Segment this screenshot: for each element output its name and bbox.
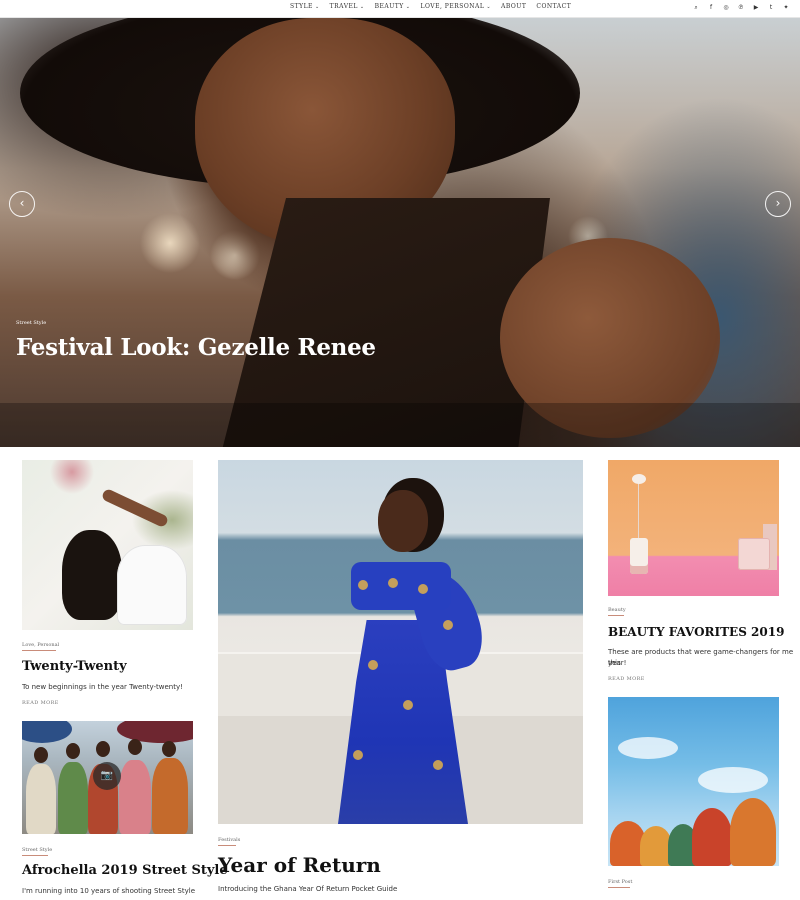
post-category-beauty[interactable]: Beauty <box>608 607 626 613</box>
image-head <box>162 741 176 757</box>
image-jar <box>630 538 648 574</box>
image-umbrella <box>22 721 72 743</box>
category-underline <box>608 887 630 888</box>
post-image-year-of-return[interactable] <box>218 460 583 824</box>
image-flower <box>632 474 646 484</box>
image-person <box>26 764 56 834</box>
post-image-beauty-favorites[interactable] <box>608 460 779 596</box>
image-stem <box>638 478 639 538</box>
slider-prev-button[interactable]: ‹ <box>9 191 35 217</box>
image-head <box>378 490 428 552</box>
read-more-link[interactable]: READ MORE <box>608 676 645 682</box>
post-excerpt-twenty-twenty: To new beginnings in the year Twenty-twe… <box>22 683 183 691</box>
nav-item-beauty[interactable]: BEAUTY ⌄ <box>375 3 411 10</box>
image-head <box>128 739 142 755</box>
category-underline <box>22 855 48 856</box>
image-cloud <box>698 767 768 793</box>
hero-slider[interactable] <box>0 18 800 447</box>
post-category-festivals[interactable]: Festivals <box>218 837 240 843</box>
hero-title[interactable]: Festival Look: Gezelle Renee <box>16 334 376 361</box>
image-pattern <box>433 760 443 770</box>
post-excerpt-year-of-return: Introducing the Ghana Year Of Return Poc… <box>218 885 398 893</box>
post-category-love-personal[interactable]: Love, Personal <box>22 642 59 648</box>
nav-item-travel-label: TRAVEL <box>329 3 358 10</box>
image-head <box>96 741 110 757</box>
facebook-icon[interactable]: f <box>707 3 715 13</box>
image-head <box>34 747 48 763</box>
post-title-twenty-twenty[interactable]: Twenty-Twenty <box>22 659 127 674</box>
image-person <box>119 760 151 834</box>
read-more-link[interactable]: READ MORE <box>22 700 59 706</box>
nav-item-beauty-label: BEAUTY <box>374 3 404 10</box>
twitter-icon[interactable]: ✦ <box>782 3 790 13</box>
image-cloud <box>618 737 678 759</box>
hero-category[interactable]: Street Style <box>16 320 46 326</box>
nav-item-about-label: ABOUT <box>501 3 527 10</box>
post-excerpt-beauty-line1: These are products that were game-change… <box>608 648 794 667</box>
post-title-beauty-favorites[interactable]: BEAUTY FAVORITES 2019 <box>608 625 784 639</box>
image-arm <box>100 487 170 529</box>
pinterest-icon[interactable]: ℗ <box>737 3 745 13</box>
nav-item-style-label: STYLE <box>290 3 313 10</box>
nav-item-contact-label: CONTACT <box>536 3 572 10</box>
slider-next-button[interactable]: › <box>765 191 791 217</box>
post-excerpt-afrochella: I'm running into 10 years of shooting St… <box>22 887 197 895</box>
image-pattern <box>358 580 368 590</box>
nav-item-about[interactable]: ABOUT <box>501 3 526 10</box>
post-image-twenty-twenty[interactable] <box>22 460 193 630</box>
image-person <box>152 758 188 834</box>
post-category-street-style[interactable]: Street Style <box>22 847 52 853</box>
image-blouse <box>117 545 187 625</box>
image-pattern <box>443 620 453 630</box>
tumblr-icon[interactable]: t <box>767 3 775 13</box>
chevron-down-icon: ⌄ <box>359 4 365 10</box>
youtube-icon[interactable]: ▶ <box>752 3 760 13</box>
search-icon[interactable]: ⌕ <box>692 3 700 13</box>
category-underline <box>218 845 236 846</box>
nav-item-travel[interactable]: TRAVEL ⌄ <box>330 3 365 10</box>
image-product-box <box>738 538 770 570</box>
chevron-down-icon: ⌄ <box>314 4 320 10</box>
hero-caption-overlay <box>0 403 800 447</box>
nav-item-love-personal-label: LOVE, PERSONAL <box>420 3 485 10</box>
post-excerpt-beauty-line2: year! <box>608 659 627 667</box>
nav-item-contact[interactable]: CONTACT <box>536 3 571 10</box>
social-links: ⌕ f ◎ ℗ ▶ t ✦ <box>692 3 790 13</box>
image-pattern <box>388 578 398 588</box>
image-pattern <box>353 750 363 760</box>
image-hair <box>62 530 122 620</box>
image-person <box>58 762 88 834</box>
chevron-down-icon: ⌄ <box>405 4 411 10</box>
chevron-down-icon: ⌄ <box>486 4 492 10</box>
image-pattern <box>418 584 428 594</box>
instagram-icon[interactable]: ◎ <box>722 3 730 13</box>
post-title-year-of-return[interactable]: Year of Return <box>218 853 381 877</box>
image-umbrella <box>117 721 193 743</box>
nav-item-style[interactable]: STYLE ⌄ <box>290 3 320 10</box>
nav-item-love-personal[interactable]: LOVE, PERSONAL ⌄ <box>420 3 491 10</box>
category-underline <box>22 650 56 651</box>
image-head <box>66 743 80 759</box>
camera-icon: 📷 <box>93 762 121 790</box>
top-navigation: STYLE ⌄ TRAVEL ⌄ BEAUTY ⌄ LOVE, PERSONAL ⌄ A… <box>0 0 800 18</box>
image-tree <box>692 808 732 866</box>
image-pattern <box>368 660 378 670</box>
post-image-autumn-trees[interactable] <box>608 697 779 866</box>
category-underline <box>608 615 624 616</box>
post-category-first-post[interactable]: First Post <box>608 879 632 885</box>
image-pattern <box>403 700 413 710</box>
image-tree <box>730 798 776 866</box>
post-title-afrochella[interactable]: Afrochella 2019 Street Style <box>22 863 228 878</box>
main-menu: STYLE ⌄ TRAVEL ⌄ BEAUTY ⌄ LOVE, PERSONAL ⌄ A… <box>290 3 571 10</box>
